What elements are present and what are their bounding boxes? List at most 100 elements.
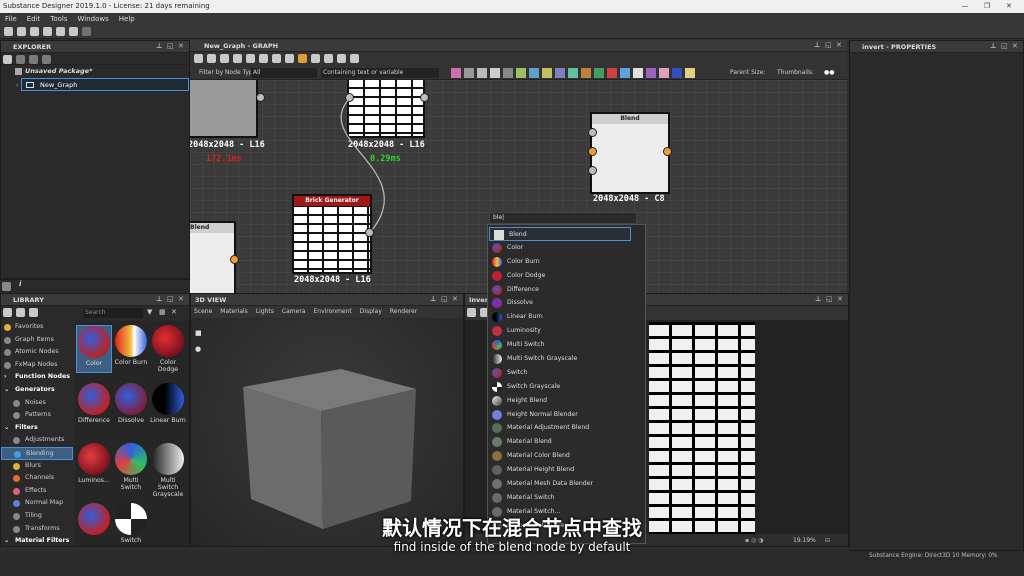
pin-icon[interactable]: ⊥ [990, 43, 997, 50]
light-icon[interactable]: ● [195, 345, 201, 353]
node-type-icon[interactable] [633, 68, 643, 78]
search-item-material-switch[interactable]: Material Switch [488, 491, 645, 505]
search-item-switch-grayscale[interactable]: Switch Grayscale [488, 380, 645, 394]
node-type-icon[interactable] [464, 68, 474, 78]
node-type-icon[interactable] [672, 68, 682, 78]
filter-icon[interactable]: ▼ [147, 308, 152, 316]
restore-icon[interactable]: ❐ [976, 0, 998, 13]
menu-windows[interactable]: Windows [73, 13, 114, 25]
node-type-icon[interactable] [529, 68, 539, 78]
search-icon[interactable] [246, 54, 255, 63]
folder-icon[interactable] [16, 55, 25, 64]
export-icon[interactable] [29, 55, 38, 64]
search-item-material-adjustment-blend[interactable]: Material Adjustment Blend [488, 421, 645, 435]
search-item-material-mesh-data-blender[interactable]: Material Mesh Data Blender [488, 477, 645, 491]
edit-icon[interactable] [29, 308, 38, 317]
node-type-icon[interactable] [659, 68, 669, 78]
minimize-icon[interactable]: — [954, 0, 976, 13]
close-icon[interactable]: ✕ [837, 296, 844, 303]
graph-tool-icon[interactable] [194, 54, 203, 63]
save-icon[interactable] [30, 27, 39, 36]
thumb-luminosity[interactable]: Luminos... [76, 443, 112, 484]
float-icon[interactable]: ◱ [825, 42, 832, 49]
pin-icon[interactable]: ⊥ [430, 296, 437, 303]
node-type-icon[interactable] [620, 68, 630, 78]
close-icon[interactable]: ✕ [836, 42, 843, 49]
node-blend-2[interactable]: Blend [190, 221, 236, 293]
graph-tool-icon[interactable] [272, 54, 281, 63]
float-icon[interactable]: ◱ [826, 296, 833, 303]
thumb-color-dodge[interactable]: Color Dodge [150, 325, 186, 373]
view3d-menu-display[interactable]: Display [360, 308, 382, 315]
node-type-icon[interactable] [542, 68, 552, 78]
contain-input[interactable]: Containing text or variable [321, 68, 439, 78]
node-type-icon[interactable] [568, 68, 578, 78]
output-port[interactable] [230, 255, 239, 264]
menu-help[interactable]: Help [114, 13, 140, 25]
tree-icon[interactable] [2, 282, 11, 291]
library-item-blending[interactable]: Blending [1, 446, 73, 460]
node-type-icon[interactable] [516, 68, 526, 78]
close-icon[interactable]: ✕ [998, 0, 1020, 13]
menu-file[interactable]: File [0, 13, 22, 25]
node-type-icon[interactable] [451, 68, 461, 78]
search-item-dissolve[interactable]: Dissolve [488, 296, 645, 310]
pin-icon[interactable]: ⊥ [156, 43, 163, 50]
view3d-menu-environment[interactable]: Environment [313, 308, 351, 315]
view3d-menu-camera[interactable]: Camera [282, 308, 306, 315]
library-item-adjustments[interactable]: Adjustments [1, 434, 73, 447]
library-item-channels[interactable]: Channels [1, 472, 73, 485]
graph-tool-icon[interactable] [207, 54, 216, 63]
node-type-icon[interactable] [607, 68, 617, 78]
search-item-multi-switch-grayscale[interactable]: Multi Switch Grayscale [488, 352, 645, 366]
library-item-normal-map[interactable]: Normal Map [1, 497, 73, 510]
output-port[interactable] [663, 147, 672, 156]
input-port-background[interactable] [588, 147, 597, 156]
library-item-filters[interactable]: ⌄ Filters [1, 422, 73, 435]
close-icon[interactable]: ✕ [1012, 43, 1019, 50]
node-type-icon[interactable] [685, 68, 695, 78]
node-type-icon[interactable] [503, 68, 513, 78]
view3d-menu-renderer[interactable]: Renderer [390, 308, 417, 315]
thumb-multi-switch-grayscale[interactable]: Multi Switch Grayscale [150, 443, 186, 498]
pin-icon[interactable]: ⊥ [814, 42, 821, 49]
library-item-patterns[interactable]: Patterns [1, 409, 73, 422]
node-type-icon[interactable] [555, 68, 565, 78]
search-item-multi-switch[interactable]: Multi Switch [488, 338, 645, 352]
close-icon[interactable]: ✕ [171, 308, 177, 316]
thumbnails-toggle-icon[interactable]: ●● [824, 66, 834, 80]
view3d-menu-scene[interactable]: Scene [194, 308, 212, 315]
view3d-menu-lights[interactable]: Lights [256, 308, 274, 315]
search-item-height-blend[interactable]: Height Blend [488, 394, 645, 408]
undo-icon[interactable] [69, 27, 78, 36]
new-package-icon[interactable] [4, 27, 13, 36]
thumb-color[interactable]: Color [76, 325, 112, 373]
search-item-blend[interactable]: Blend [489, 227, 631, 241]
thumb-multi-switch[interactable]: Multi Switch [113, 443, 149, 491]
search-item-color-dodge[interactable]: Color Dodge [488, 269, 645, 283]
input-port-foreground[interactable] [588, 128, 597, 137]
search-item-height-normal-blender[interactable]: Height Normal Blender [488, 408, 645, 422]
grid-view-icon[interactable]: ▦ [159, 308, 166, 316]
graph-tool-icon[interactable] [324, 54, 333, 63]
node-brick-generator[interactable]: Brick Generator [292, 194, 372, 274]
view3d-menu-materials[interactable]: Materials [220, 308, 248, 315]
search-item-color-burn[interactable]: Color Burn [488, 255, 645, 269]
package-row[interactable]: Unsaved Package* [1, 65, 189, 78]
graph-tool-icon[interactable] [285, 54, 294, 63]
redo-icon[interactable] [82, 27, 91, 36]
library-item-blurs[interactable]: Blurs [1, 460, 73, 473]
pin-icon[interactable]: ⊥ [156, 296, 163, 303]
float-icon[interactable]: ◱ [1001, 43, 1008, 50]
search-item-linear-burn[interactable]: Linear Burn [488, 310, 645, 324]
library-item-fxmap-nodes[interactable]: FxMap Nodes [1, 359, 73, 372]
new-graph-icon[interactable] [56, 27, 65, 36]
library-search-input[interactable]: Search [83, 308, 143, 318]
new-icon[interactable] [3, 55, 12, 64]
node-search-input[interactable]: ble| [489, 212, 637, 224]
pin-icon[interactable]: ⊥ [815, 296, 822, 303]
library-item-generators[interactable]: ⌄ Generators [1, 384, 73, 397]
graph-tool-icon[interactable] [337, 54, 346, 63]
close-icon[interactable]: ✕ [178, 43, 185, 50]
menu-edit[interactable]: Edit [22, 13, 46, 25]
